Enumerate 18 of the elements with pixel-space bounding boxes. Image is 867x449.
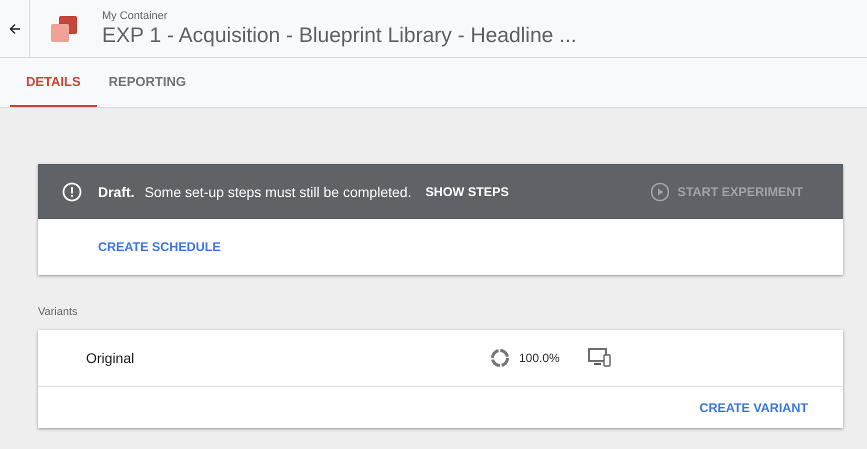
- traffic-share: 100.0%: [519, 351, 560, 365]
- container-name: My Container: [102, 10, 168, 22]
- donut-icon: [490, 348, 510, 368]
- variant-name: Original: [86, 350, 136, 366]
- logo-icon: [49, 14, 79, 44]
- tab[interactable]: DETAILS: [10, 58, 97, 107]
- status-text: Draft.: [98, 184, 135, 200]
- experiment-title: EXP 1 - Acquisition - Blueprint Library - Headline ...: [102, 24, 577, 48]
- create-schedule-link[interactable]: CREATE SCHEDULE: [98, 240, 221, 254]
- alert-icon: [62, 182, 82, 202]
- devices-icon: [588, 347, 612, 369]
- play-icon: [650, 182, 670, 202]
- tab[interactable]: REPORTING: [96, 58, 198, 107]
- section-label: Variants: [38, 306, 79, 318]
- show-steps-link[interactable]: SHOW STEPS: [419, 184, 515, 200]
- status-message: Some set-up steps must still be completed.: [144, 184, 412, 200]
- create-variant-link[interactable]: CREATE VARIANT: [699, 400, 808, 414]
- back-arrow-icon: [8, 22, 20, 34]
